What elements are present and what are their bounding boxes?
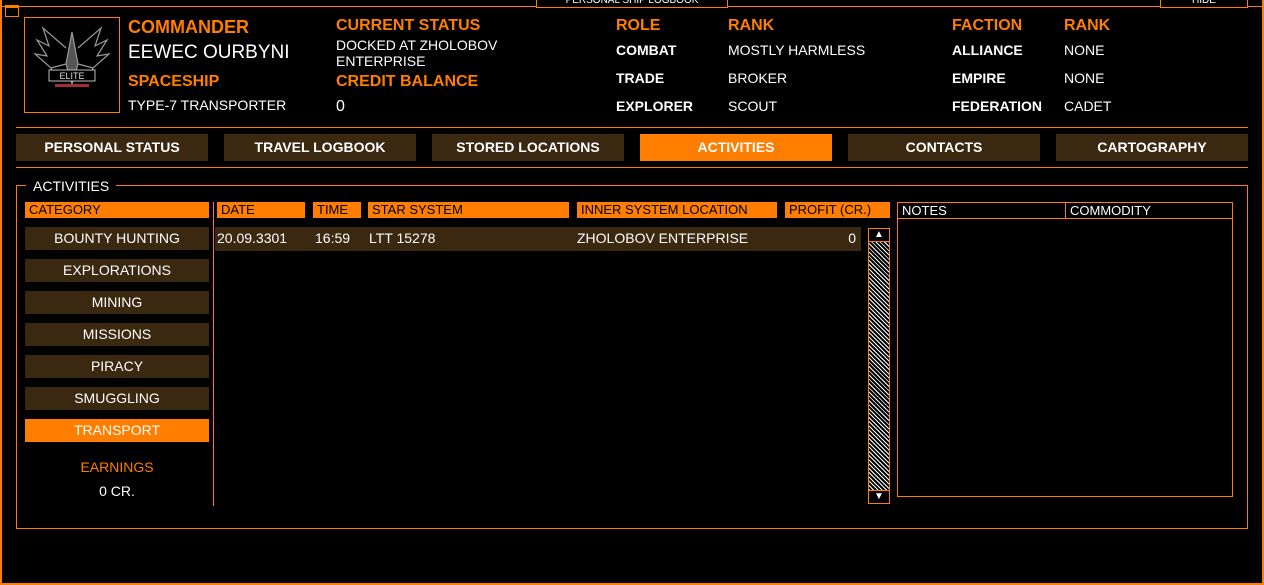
faction-rank-header: RANK <box>1064 17 1111 34</box>
tabs-bottom-divider <box>16 167 1248 168</box>
role-rank-header: RANK <box>728 17 775 34</box>
window-title: PERSONAL SHIP LOGBOOK <box>536 0 728 8</box>
scroll-up-icon[interactable]: ▲ <box>868 228 890 242</box>
rank-trade: BROKER <box>728 70 788 86</box>
current-status-line1: DOCKED AT ZHOLOBOV <box>336 37 498 53</box>
row-date: 20.09.3301 <box>217 230 288 246</box>
category-smuggling[interactable]: SMUGGLING <box>25 387 209 410</box>
role-combat: COMBAT <box>616 42 677 58</box>
notes-header: NOTES <box>898 203 1066 219</box>
column-header-profit[interactable]: PROFIT (CR.) <box>785 202 890 218</box>
row-profit: 0 <box>848 230 856 246</box>
row-location: ZHOLOBOV ENTERPRISE <box>577 230 749 246</box>
category-explorations[interactable]: EXPLORATIONS <box>25 259 209 282</box>
tabs-top-divider <box>16 127 1248 128</box>
category-bounty-hunting[interactable]: BOUNTY HUNTING <box>25 227 209 250</box>
tab-personal-status[interactable]: PERSONAL STATUS <box>16 134 208 161</box>
rank-federation: CADET <box>1064 98 1112 114</box>
column-header-date[interactable]: DATE <box>217 202 305 218</box>
earnings-value: 0 CR. <box>99 483 135 499</box>
spaceship-label: SPACESHIP <box>128 73 220 90</box>
column-header-inner-system-location[interactable]: INNER SYSTEM LOCATION <box>577 202 777 218</box>
window-menu-icon[interactable] <box>5 5 19 17</box>
tab-stored-locations[interactable]: STORED LOCATIONS <box>432 134 624 161</box>
current-status-line2: ENTERPRISE <box>336 53 426 69</box>
role-header: ROLE <box>616 17 661 34</box>
table-row[interactable] <box>215 227 861 251</box>
elite-emblem: ELITE <box>24 17 120 113</box>
tab-travel-logbook[interactable]: TRAVEL LOGBOOK <box>224 134 416 161</box>
category-piracy[interactable]: PIRACY <box>25 355 209 378</box>
row-star-system: LTT 15278 <box>369 230 436 246</box>
credit-balance-label: CREDIT BALANCE <box>336 73 479 90</box>
commander-label: COMMANDER <box>128 17 249 37</box>
tab-cartography[interactable]: CARTOGRAPHY <box>1056 134 1248 161</box>
commodity-header: COMMODITY <box>1066 203 1232 219</box>
scroll-down-icon[interactable]: ▼ <box>868 490 890 504</box>
tab-activities[interactable]: ACTIVITIES <box>640 134 832 161</box>
notes-panel: NOTES COMMODITY <box>897 202 1233 497</box>
column-header-star-system[interactable]: STAR SYSTEM <box>368 202 569 218</box>
faction-alliance: ALLIANCE <box>952 42 1023 58</box>
role-trade: TRADE <box>616 70 665 86</box>
category-missions[interactable]: MISSIONS <box>25 323 209 346</box>
spaceship-value: TYPE-7 TRANSPORTER <box>128 97 287 113</box>
activities-panel-title: ACTIVITIES <box>26 178 117 194</box>
rank-explorer: SCOUT <box>728 98 777 114</box>
tab-contacts[interactable]: CONTACTS <box>848 134 1040 161</box>
current-status-label: CURRENT STATUS <box>336 17 481 34</box>
faction-federation: FEDERATION <box>952 98 1042 114</box>
emblem-text: ELITE <box>59 71 84 81</box>
faction-empire: EMPIRE <box>952 70 1006 86</box>
category-transport[interactable]: TRANSPORT <box>25 419 209 442</box>
rank-combat: MOSTLY HARMLESS <box>728 42 866 58</box>
column-header-time[interactable]: TIME <box>313 202 361 218</box>
commander-name: EEWEC OURBYNI <box>128 42 290 63</box>
rank-alliance: NONE <box>1064 42 1105 58</box>
hide-button[interactable]: HIDE <box>1160 0 1248 8</box>
role-explorer: EXPLORER <box>616 98 694 114</box>
category-mining[interactable]: MINING <box>25 291 209 314</box>
faction-header: FACTION <box>952 17 1023 34</box>
rank-empire: NONE <box>1064 70 1105 86</box>
log-scrollbar[interactable] <box>868 228 890 504</box>
earnings-label: EARNINGS <box>80 459 154 475</box>
category-header: CATEGORY <box>25 202 209 218</box>
credit-balance-value: 0 <box>336 98 345 115</box>
category-divider <box>213 202 214 506</box>
elite-wings-icon: ELITE <box>33 26 111 87</box>
row-time: 16:59 <box>315 230 351 246</box>
